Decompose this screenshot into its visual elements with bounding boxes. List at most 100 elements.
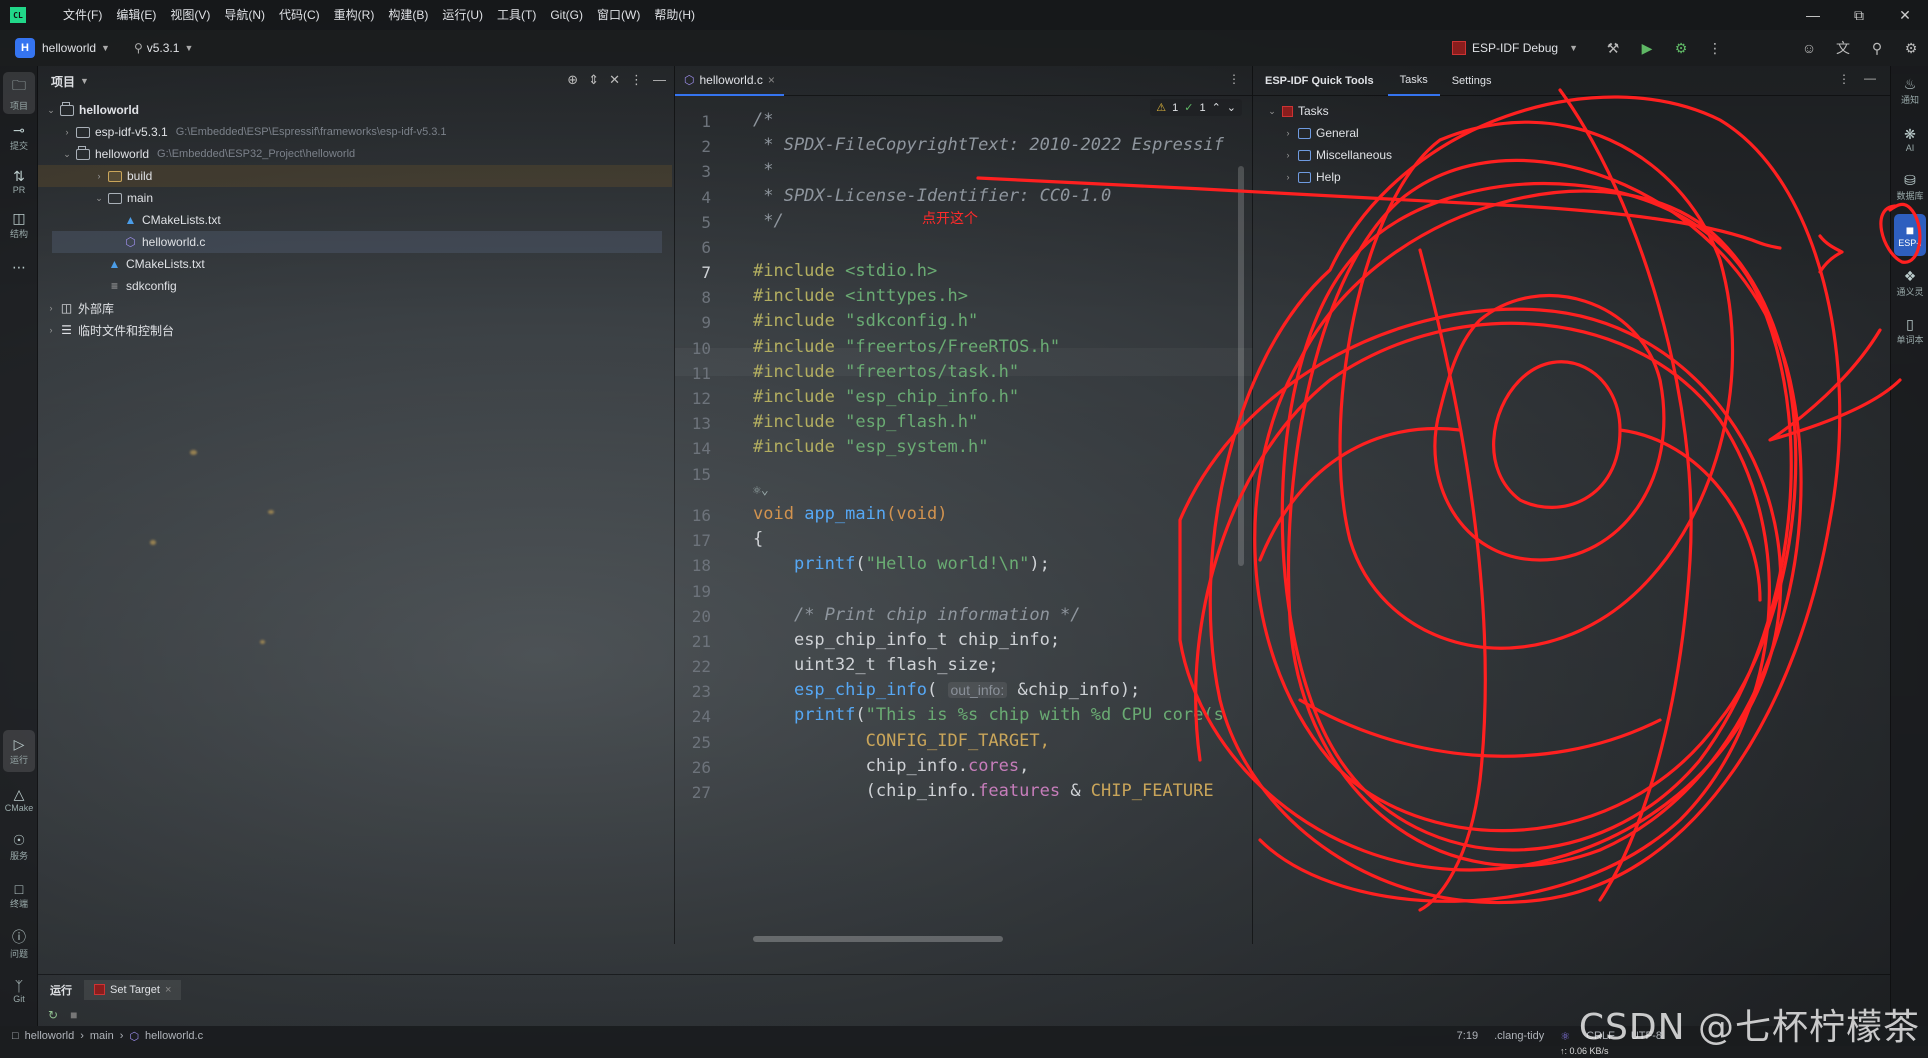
tree-sdkconfig[interactable]: ≡ sdkconfig	[106, 275, 177, 297]
stripe-structure[interactable]: ◫ 结构	[3, 204, 35, 246]
collapse-arrow-icon[interactable]: ›	[1281, 150, 1295, 160]
run-panel-title[interactable]: 运行	[38, 982, 84, 998]
stripe-esp-idf[interactable]: ■ ESP-I	[1894, 214, 1926, 256]
restore-icon[interactable]: ⧉	[1836, 0, 1882, 30]
gutter-action-icon[interactable]: ⚛⌄	[753, 483, 769, 498]
clion-logo-icon[interactable]: CL	[10, 7, 26, 23]
tree-root-helloworld[interactable]: ⌄ helloworld	[44, 99, 139, 121]
tab-set-target[interactable]: Set Target ×	[84, 979, 182, 1000]
stripe-cmake[interactable]: △ CMake	[3, 778, 35, 820]
expand-all-icon[interactable]: ⇕	[588, 72, 599, 88]
chevron-down-icon[interactable]: ▼	[80, 76, 89, 86]
collapse-arrow-icon[interactable]: ›	[60, 127, 74, 137]
branch-selector[interactable]: v5.3.1	[147, 41, 180, 55]
menu-tools[interactable]: 工具(T)	[490, 0, 543, 30]
close-icon[interactable]: ✕	[1882, 0, 1928, 30]
menu-navigate[interactable]: 导航(N)	[217, 0, 272, 30]
breadcrumb-item[interactable]: helloworld	[25, 1030, 75, 1042]
rerun-icon[interactable]: ↻	[48, 1008, 58, 1022]
menu-help[interactable]: 帮助(H)	[647, 0, 702, 30]
code-area[interactable]: /* * SPDX-FileCopyrightText: 2010-2022 E…	[753, 97, 1253, 944]
tree-external-libs[interactable]: › ◫ 外部库	[44, 297, 115, 319]
close-tab-icon[interactable]: ×	[165, 984, 171, 996]
menu-refactor[interactable]: 重构(R)	[327, 0, 382, 30]
run-config-selector[interactable]: ESP-IDF Debug ▼	[1452, 41, 1578, 55]
collapse-arrow-icon[interactable]: ›	[1281, 128, 1295, 138]
locate-icon[interactable]: ⊕	[567, 72, 578, 88]
collapse-arrow-icon[interactable]: ›	[44, 303, 58, 313]
tree-main-cmakelists[interactable]: ▲ CMakeLists.txt	[122, 209, 221, 231]
hide-panel-icon[interactable]: —	[653, 72, 666, 88]
chevron-down-icon[interactable]: ▼	[184, 43, 193, 53]
expand-arrow-icon[interactable]: ⌄	[1265, 106, 1279, 117]
stripe-services[interactable]: ☉ 服务	[3, 826, 35, 868]
menu-file[interactable]: 文件(F)	[56, 0, 109, 30]
stripe-tongyi[interactable]: ❖ 通义灵	[1894, 262, 1926, 304]
run-icon[interactable]: ▶	[1630, 40, 1664, 57]
collapse-all-icon[interactable]: ✕	[609, 72, 620, 88]
stripe-pull-requests[interactable]: ⇅ PR	[3, 160, 35, 202]
stripe-commit[interactable]: ⊸ 提交	[3, 116, 35, 158]
tab-options-icon[interactable]: ⋮	[1228, 72, 1240, 86]
menu-window[interactable]: 窗口(W)	[590, 0, 647, 30]
stripe-more[interactable]: ⋯	[3, 246, 35, 288]
linter-indicator[interactable]: .clang-tidy	[1494, 1030, 1544, 1042]
stripe-ai[interactable]: ❋ AI	[1894, 118, 1926, 160]
stripe-problems[interactable]: ⓘ 问题	[3, 922, 35, 964]
plugin-icon[interactable]: ⚛	[1560, 1030, 1570, 1043]
task-general[interactable]: › General	[1281, 122, 1359, 144]
task-tree-root[interactable]: ⌄ Tasks	[1265, 100, 1328, 122]
caret-position[interactable]: 7:19	[1457, 1030, 1478, 1042]
tab-tasks[interactable]: Tasks	[1387, 66, 1440, 96]
collapse-arrow-icon[interactable]: ›	[92, 171, 106, 181]
tree-root-cmakelists[interactable]: ▲ CMakeLists.txt	[106, 253, 205, 275]
tab-settings[interactable]: Settings	[1440, 66, 1504, 96]
project-panel-title[interactable]: 项目	[51, 73, 75, 90]
project-badge[interactable]: H	[15, 38, 35, 58]
task-miscellaneous[interactable]: › Miscellaneous	[1281, 144, 1393, 166]
account-icon[interactable]: ☺	[1792, 40, 1826, 56]
stripe-wordbook[interactable]: ▯ 单词本	[1894, 310, 1926, 352]
tree-esp-idf[interactable]: › esp-idf-v5.3.1 G:\Embedded\ESP\Espressif…	[60, 121, 447, 143]
stripe-project[interactable]: 🗀 项目	[3, 72, 35, 114]
tree-build[interactable]: › build	[38, 165, 672, 187]
minimize-icon[interactable]: —	[1790, 0, 1836, 30]
chevron-down-icon[interactable]: ▼	[101, 43, 110, 53]
tab-helloworld-c[interactable]: ⬡ helloworld.c ×	[675, 66, 784, 96]
tree-main[interactable]: ⌄ main	[92, 187, 153, 209]
task-help[interactable]: › Help	[1281, 166, 1341, 188]
collapse-arrow-icon[interactable]: ›	[1281, 172, 1295, 182]
menu-build[interactable]: 构建(B)	[381, 0, 435, 30]
search-icon[interactable]: ⚲	[1860, 40, 1894, 57]
stripe-git[interactable]: ᛉ Git	[3, 970, 35, 1012]
options-icon[interactable]: ⋮	[630, 72, 643, 88]
stripe-database[interactable]: ⛁ 数据库	[1894, 166, 1926, 208]
settings-gear-icon[interactable]: ⚙	[1894, 40, 1928, 57]
menu-code[interactable]: 代码(C)	[272, 0, 327, 30]
tree-scratches[interactable]: › ☰ 临时文件和控制台	[44, 319, 175, 341]
collapse-arrow-icon[interactable]: ›	[44, 325, 58, 335]
menu-edit[interactable]: 编辑(E)	[109, 0, 163, 30]
vertical-scrollbar[interactable]	[1238, 166, 1244, 566]
tree-helloworld-module[interactable]: ⌄ helloworld G:\Embedded\ESP32_Project\hel…	[60, 143, 355, 165]
build-hammer-icon[interactable]: ⚒	[1596, 40, 1630, 57]
stripe-terminal[interactable]: □ 终端	[3, 874, 35, 916]
stripe-notifications[interactable]: ♨ 通知	[1894, 70, 1926, 112]
horizontal-scrollbar[interactable]	[753, 936, 1003, 942]
expand-arrow-icon[interactable]: ⌄	[92, 193, 106, 204]
translate-icon[interactable]: 文	[1826, 38, 1860, 58]
breadcrumb-item[interactable]: helloworld.c	[145, 1030, 203, 1042]
hide-panel-icon[interactable]: —	[1864, 71, 1876, 85]
debug-icon[interactable]: ⚙	[1664, 40, 1698, 57]
menu-view[interactable]: 视图(V)	[163, 0, 217, 30]
menu-run[interactable]: 运行(U)	[435, 0, 490, 30]
options-icon[interactable]: ⋮	[1838, 72, 1850, 86]
stop-icon[interactable]: ■	[70, 1008, 77, 1022]
tree-helloworld-c[interactable]: ⬡ helloworld.c	[52, 231, 662, 253]
project-selector[interactable]: helloworld	[42, 41, 96, 55]
close-tab-icon[interactable]: ×	[768, 73, 775, 87]
more-icon[interactable]: ⋮	[1698, 40, 1732, 57]
stripe-run[interactable]: ▷ 运行	[3, 730, 35, 772]
menu-git[interactable]: Git(G)	[543, 0, 590, 30]
breadcrumb-item[interactable]: main	[90, 1030, 114, 1042]
